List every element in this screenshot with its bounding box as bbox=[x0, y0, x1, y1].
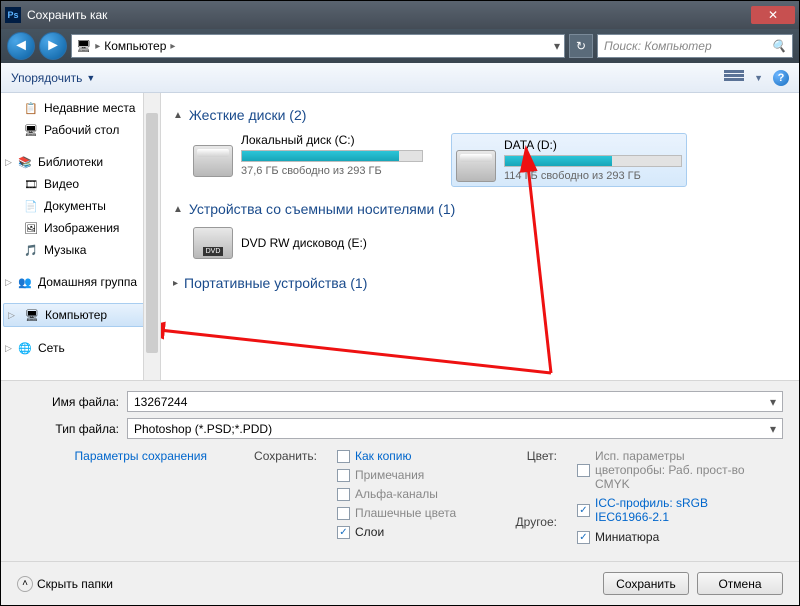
cancel-button[interactable]: Отмена bbox=[697, 572, 783, 595]
window-title: Сохранить как bbox=[27, 8, 107, 22]
checkbox-thumbnail[interactable]: Миниатюра bbox=[577, 530, 783, 544]
desktop-icon: 🖥 bbox=[23, 122, 39, 138]
sidebar-item-recent[interactable]: 📋Недавние места bbox=[1, 97, 160, 119]
drive-free: 37,6 ГБ свободно из 293 ГБ bbox=[241, 165, 423, 177]
organize-menu[interactable]: Упорядочить ▼ bbox=[11, 71, 95, 85]
help-button[interactable]: ? bbox=[773, 70, 789, 86]
nav-bar: ◄ ► 🖥 ▸ Компьютер ▸ ▾ ↻ Поиск: Компьютер… bbox=[1, 29, 799, 63]
address-bar[interactable]: 🖥 ▸ Компьютер ▸ ▾ bbox=[71, 34, 565, 58]
expand-icon[interactable]: ▷ bbox=[5, 157, 12, 168]
titlebar[interactable]: Ps Сохранить как ✕ bbox=[1, 1, 799, 29]
collapse-icon[interactable]: ▲ bbox=[173, 110, 183, 121]
video-icon: 🎞 bbox=[23, 176, 39, 192]
toolbar: Упорядочить ▼ ▼ ? bbox=[1, 63, 799, 93]
sidebar-item-music[interactable]: 🎵Музыка bbox=[1, 239, 160, 261]
breadcrumb-location[interactable]: Компьютер bbox=[104, 39, 166, 53]
sidebar-item-network[interactable]: ▷🌐Сеть bbox=[1, 337, 160, 359]
other-label: Другое: bbox=[507, 515, 557, 529]
checkbox-proof: Исп. параметры цветопробы: Раб. прост-во… bbox=[577, 449, 783, 491]
sidebar-item-desktop[interactable]: 🖥Рабочий стол bbox=[1, 119, 160, 141]
filetype-label: Тип файла: bbox=[17, 422, 127, 436]
sidebar-item-computer[interactable]: ▷🖥Компьютер bbox=[3, 303, 158, 327]
checkbox-alpha: Альфа-каналы bbox=[337, 487, 487, 501]
sidebar-item-homegroup[interactable]: ▷👥Домашняя группа bbox=[1, 271, 160, 293]
drive-c[interactable]: Локальный диск (C:) 37,6 ГБ свободно из … bbox=[193, 133, 423, 187]
drive-name: DVD RW дисковод (E:) bbox=[241, 236, 367, 250]
dialog-footer: ˄ Скрыть папки Сохранить Отмена bbox=[1, 561, 799, 605]
checkbox-as-copy[interactable]: Как копию bbox=[337, 449, 487, 463]
save-label: Сохранить: bbox=[237, 449, 317, 463]
app-icon: Ps bbox=[5, 7, 21, 23]
save-parameters-link[interactable]: Параметры сохранения bbox=[75, 449, 207, 463]
chevron-down-icon: ▼ bbox=[86, 73, 95, 83]
checkbox-notes: Примечания bbox=[337, 468, 487, 482]
scrollbar-thumb[interactable] bbox=[146, 113, 158, 353]
drive-name: Локальный диск (C:) bbox=[241, 133, 423, 147]
drive-e[interactable]: DVD DVD RW дисковод (E:) bbox=[193, 227, 787, 259]
breadcrumb-sep-icon: ▸ bbox=[95, 41, 100, 52]
save-button[interactable]: Сохранить bbox=[603, 572, 689, 595]
sidebar: 📋Недавние места 🖥Рабочий стол ▷📚Библиоте… bbox=[1, 93, 161, 380]
chevron-down-icon[interactable]: ▼ bbox=[754, 73, 763, 83]
refresh-button[interactable]: ↻ bbox=[569, 34, 593, 58]
dropdown-icon[interactable]: ▾ bbox=[770, 422, 776, 436]
hide-folders-toggle[interactable]: ˄ Скрыть папки bbox=[17, 576, 113, 592]
filename-input[interactable]: 13267244▾ bbox=[127, 391, 783, 412]
sidebar-item-videos[interactable]: 🎞Видео bbox=[1, 173, 160, 195]
sidebar-item-pictures[interactable]: 🖼Изображения bbox=[1, 217, 160, 239]
close-button[interactable]: ✕ bbox=[751, 6, 795, 24]
sidebar-item-libraries[interactable]: ▷📚Библиотеки bbox=[1, 151, 160, 173]
back-button[interactable]: ◄ bbox=[7, 32, 35, 60]
usage-bar bbox=[241, 150, 423, 162]
hdd-icon bbox=[193, 145, 233, 177]
expand-icon[interactable]: ▷ bbox=[5, 343, 12, 354]
category-portable[interactable]: ▸Портативные устройства (1) bbox=[173, 275, 787, 291]
search-icon: 🔍 bbox=[771, 39, 786, 53]
drive-name: DATA (D:) bbox=[504, 138, 682, 152]
checkbox-icc[interactable]: ICC-профиль: sRGB IEC61966-2.1 bbox=[577, 496, 783, 524]
network-icon: 🌐 bbox=[17, 340, 33, 356]
filename-label: Имя файла: bbox=[17, 395, 127, 409]
dvd-icon: DVD bbox=[193, 227, 233, 259]
expand-icon[interactable]: ▷ bbox=[5, 277, 12, 288]
category-hdd[interactable]: ▲Жесткие диски (2) bbox=[173, 107, 787, 123]
main-panel: ▲Жесткие диски (2) Локальный диск (C:) 3… bbox=[161, 93, 799, 380]
checkbox-spot: Плашечные цвета bbox=[337, 506, 487, 520]
music-icon: 🎵 bbox=[23, 242, 39, 258]
category-removable[interactable]: ▲Устройства со съемными носителями (1) bbox=[173, 201, 787, 217]
search-input[interactable]: Поиск: Компьютер 🔍 bbox=[597, 34, 793, 58]
sidebar-scrollbar[interactable] bbox=[143, 93, 160, 380]
view-mode-button[interactable] bbox=[724, 70, 744, 86]
save-as-dialog: Ps Сохранить как ✕ ◄ ► 🖥 ▸ Компьютер ▸ ▾… bbox=[0, 0, 800, 606]
address-dropdown-icon[interactable]: ▾ bbox=[554, 39, 560, 53]
expand-icon[interactable]: ▸ bbox=[173, 278, 178, 289]
forward-button[interactable]: ► bbox=[39, 32, 67, 60]
save-options-panel: Имя файла: 13267244▾ Тип файла: Photosho… bbox=[1, 380, 799, 561]
filetype-select[interactable]: Photoshop (*.PSD;*.PDD)▾ bbox=[127, 418, 783, 439]
recent-icon: 📋 bbox=[23, 100, 39, 116]
dropdown-icon[interactable]: ▾ bbox=[770, 395, 776, 409]
color-label: Цвет: bbox=[507, 449, 557, 463]
computer-icon: 🖥 bbox=[76, 39, 91, 53]
hdd-icon bbox=[456, 150, 496, 182]
search-placeholder: Поиск: Компьютер bbox=[604, 39, 712, 53]
homegroup-icon: 👥 bbox=[17, 274, 33, 290]
breadcrumb-sep-icon: ▸ bbox=[170, 41, 175, 52]
checkbox-layers[interactable]: Слои bbox=[337, 525, 487, 539]
libraries-icon: 📚 bbox=[17, 154, 33, 170]
collapse-icon[interactable]: ▲ bbox=[173, 204, 183, 215]
chevron-up-icon: ˄ bbox=[17, 576, 33, 592]
documents-icon: 📄 bbox=[23, 198, 39, 214]
expand-icon[interactable]: ▷ bbox=[8, 310, 15, 321]
usage-bar bbox=[504, 155, 682, 167]
pictures-icon: 🖼 bbox=[23, 220, 39, 236]
drive-free: 114 ГБ свободно из 293 ГБ bbox=[504, 170, 682, 182]
drive-d[interactable]: DATA (D:) 114 ГБ свободно из 293 ГБ bbox=[451, 133, 687, 187]
sidebar-item-documents[interactable]: 📄Документы bbox=[1, 195, 160, 217]
computer-icon: 🖥 bbox=[24, 307, 40, 323]
